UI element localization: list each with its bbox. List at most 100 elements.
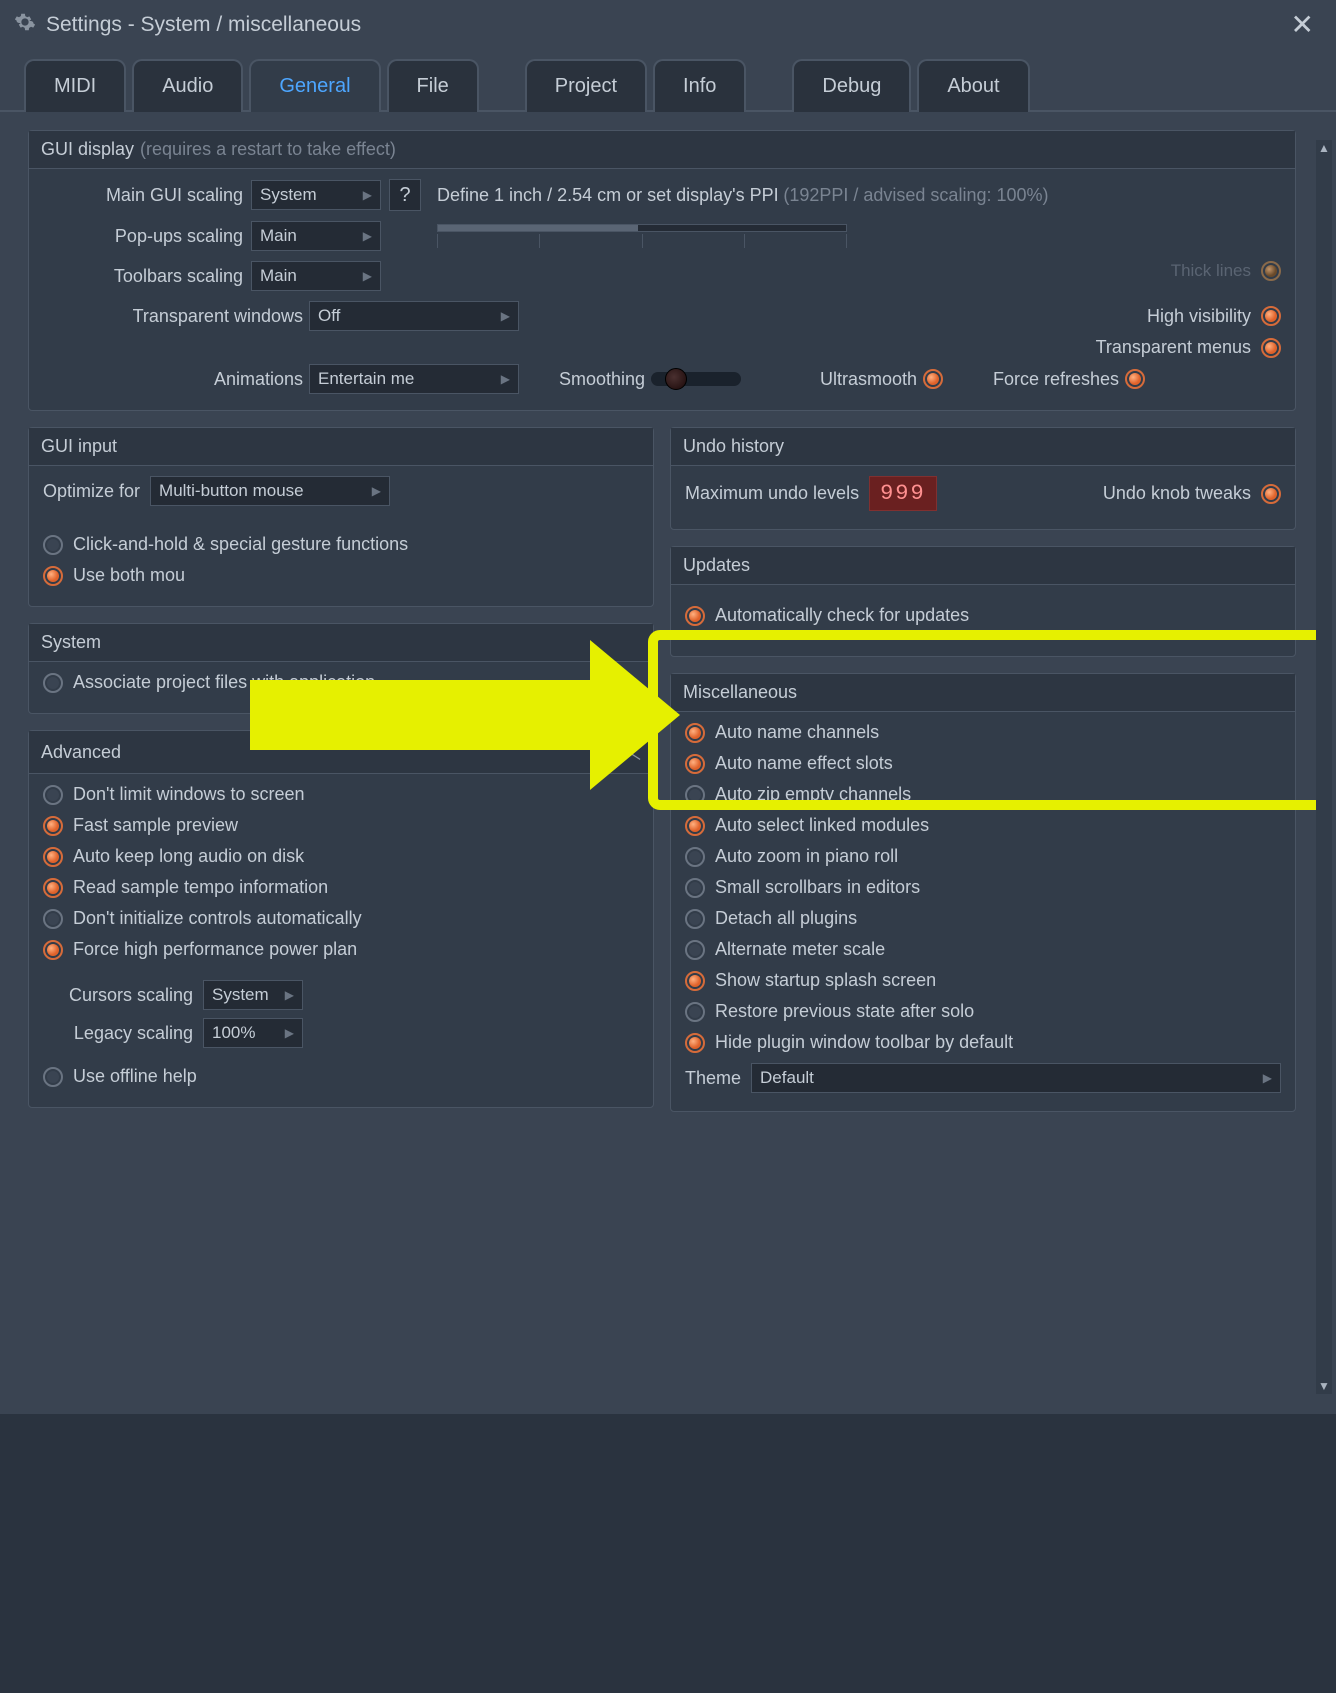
tab-general[interactable]: General — [249, 59, 380, 112]
tab-project[interactable]: Project — [525, 59, 647, 112]
read-tempo-toggle[interactable] — [43, 878, 63, 898]
offline-help-label: Use offline help — [73, 1066, 197, 1087]
show-splash-label: Show startup splash screen — [715, 970, 936, 991]
smoothing-label: Smoothing — [535, 369, 645, 390]
misc-panel: Miscellaneous Auto name channels Auto na… — [670, 673, 1296, 1112]
gear-icon — [14, 11, 46, 38]
tab-info[interactable]: Info — [653, 59, 746, 112]
auto-select-linked-toggle[interactable] — [685, 816, 705, 836]
auto-zip-label: Auto zip empty channels — [715, 784, 911, 805]
toolbar-scaling-dropdown[interactable]: Main▶ — [251, 261, 381, 291]
tab-about[interactable]: About — [917, 59, 1029, 112]
dont-init-label: Don't initialize controls automatically — [73, 908, 362, 929]
tab-midi[interactable]: MIDI — [24, 59, 126, 112]
fast-sample-label: Fast sample preview — [73, 815, 238, 836]
auto-check-label: Automatically check for updates — [715, 605, 969, 626]
auto-name-channels-toggle[interactable] — [685, 723, 705, 743]
help-button[interactable]: ? — [389, 179, 421, 211]
force-refreshes-label: Force refreshes — [959, 369, 1119, 390]
force-power-toggle[interactable] — [43, 940, 63, 960]
auto-name-slots-toggle[interactable] — [685, 754, 705, 774]
associate-toggle[interactable] — [43, 673, 63, 693]
auto-check-toggle[interactable] — [685, 606, 705, 626]
ppi-slider[interactable] — [437, 224, 847, 232]
gui-display-title: GUI display — [41, 139, 134, 160]
ultrasmooth-toggle[interactable] — [923, 369, 943, 389]
gui-display-panel: GUI display (requires a restart to take … — [28, 130, 1296, 411]
animations-label: Animations — [43, 369, 303, 390]
high-visibility-toggle[interactable] — [1261, 306, 1281, 326]
toolbar-scaling-label: Toolbars scaling — [43, 266, 243, 287]
auto-zip-toggle[interactable] — [685, 785, 705, 805]
thick-lines-toggle[interactable] — [1261, 261, 1281, 281]
auto-name-channels-label: Auto name channels — [715, 722, 879, 743]
ultrasmooth-label: Ultrasmooth — [777, 369, 917, 390]
advanced-panel: Advanced ︿ Don't limit windows to screen… — [28, 730, 654, 1108]
gui-input-panel: GUI input Optimize for Multi-button mous… — [28, 427, 654, 607]
detach-plugins-label: Detach all plugins — [715, 908, 857, 929]
auto-select-linked-label: Auto select linked modules — [715, 815, 929, 836]
alt-meter-label: Alternate meter scale — [715, 939, 885, 960]
click-hold-label: Click-and-hold & special gesture functio… — [73, 534, 408, 555]
smoothing-slider[interactable] — [651, 372, 741, 386]
tab-file[interactable]: File — [387, 59, 479, 112]
scrollbar[interactable]: ▲ ▼ — [1316, 140, 1332, 1394]
tab-debug[interactable]: Debug — [792, 59, 911, 112]
restore-solo-label: Restore previous state after solo — [715, 1001, 974, 1022]
dont-limit-toggle[interactable] — [43, 785, 63, 805]
force-power-label: Force high performance power plan — [73, 939, 357, 960]
detach-plugins-toggle[interactable] — [685, 909, 705, 929]
cursors-scaling-label: Cursors scaling — [43, 985, 193, 1006]
gui-display-hint: (requires a restart to take effect) — [140, 139, 396, 160]
high-visibility-label: High visibility — [1147, 306, 1251, 327]
offline-help-toggle[interactable] — [43, 1067, 63, 1087]
arrow-head-annotation — [590, 640, 680, 790]
auto-zoom-toggle[interactable] — [685, 847, 705, 867]
tabbar: MIDI Audio General File Project Info Deb… — [0, 49, 1336, 112]
theme-dropdown[interactable]: Default▶ — [751, 1063, 1281, 1093]
optimize-for-dropdown[interactable]: Multi-button mouse▶ — [150, 476, 390, 506]
close-icon[interactable]: ✕ — [1283, 8, 1322, 41]
advanced-title: Advanced — [41, 742, 121, 763]
use-both-toggle[interactable] — [43, 566, 63, 586]
max-undo-label: Maximum undo levels — [685, 483, 859, 504]
undo-knob-toggle[interactable] — [1261, 484, 1281, 504]
undo-title: Undo history — [683, 436, 784, 457]
restore-solo-toggle[interactable] — [685, 1002, 705, 1022]
small-scrollbars-toggle[interactable] — [685, 878, 705, 898]
hide-toolbar-toggle[interactable] — [685, 1033, 705, 1053]
dont-init-toggle[interactable] — [43, 909, 63, 929]
click-hold-toggle[interactable] — [43, 535, 63, 555]
popup-scaling-dropdown[interactable]: Main▶ — [251, 221, 381, 251]
tab-audio[interactable]: Audio — [132, 59, 243, 112]
popup-scaling-label: Pop-ups scaling — [43, 226, 243, 247]
force-refreshes-toggle[interactable] — [1125, 369, 1145, 389]
small-scrollbars-label: Small scrollbars in editors — [715, 877, 920, 898]
undo-panel: Undo history Maximum undo levels 999 Und… — [670, 427, 1296, 530]
gui-input-title: GUI input — [41, 436, 117, 457]
ppi-hint: (192PPI / advised scaling: 100%) — [783, 185, 1048, 205]
auto-zoom-label: Auto zoom in piano roll — [715, 846, 898, 867]
updates-panel: Updates Automatically check for updates — [670, 546, 1296, 657]
dont-limit-label: Don't limit windows to screen — [73, 784, 305, 805]
auto-keep-toggle[interactable] — [43, 847, 63, 867]
main-scaling-label: Main GUI scaling — [43, 185, 243, 206]
transparent-windows-dropdown[interactable]: Off▶ — [309, 301, 519, 331]
legacy-scaling-label: Legacy scaling — [43, 1023, 193, 1044]
transparent-windows-label: Transparent windows — [43, 306, 303, 327]
scroll-down-icon[interactable]: ▼ — [1316, 1378, 1332, 1394]
fast-sample-toggle[interactable] — [43, 816, 63, 836]
alt-meter-toggle[interactable] — [685, 940, 705, 960]
use-both-label: Use both mou — [73, 565, 185, 586]
system-title: System — [41, 632, 101, 653]
cursors-scaling-dropdown[interactable]: System▶ — [203, 980, 303, 1010]
transparent-menus-toggle[interactable] — [1261, 338, 1281, 358]
max-undo-value[interactable]: 999 — [869, 476, 937, 511]
window-title: Settings - System / miscellaneous — [46, 13, 1283, 37]
main-scaling-dropdown[interactable]: System▶ — [251, 180, 381, 210]
ppi-text: Define 1 inch / 2.54 cm or set display's… — [437, 185, 779, 205]
show-splash-toggle[interactable] — [685, 971, 705, 991]
scroll-up-icon[interactable]: ▲ — [1316, 140, 1332, 156]
animations-dropdown[interactable]: Entertain me▶ — [309, 364, 519, 394]
legacy-scaling-dropdown[interactable]: 100%▶ — [203, 1018, 303, 1048]
